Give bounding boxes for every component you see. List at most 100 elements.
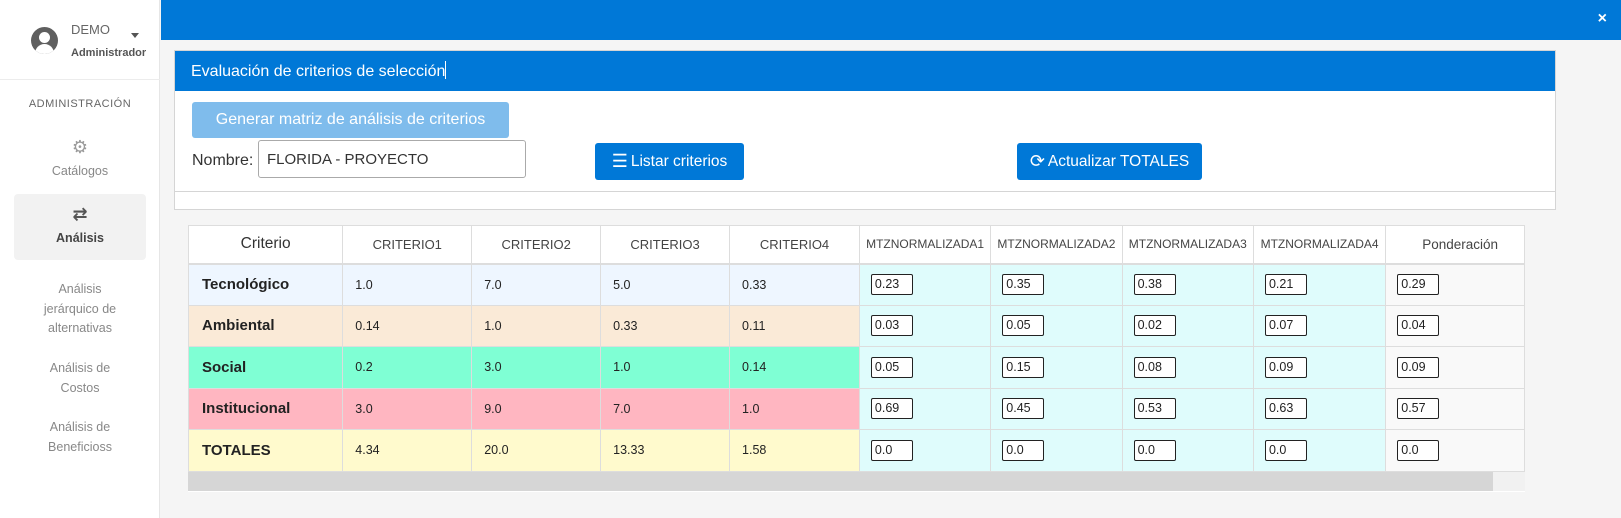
criteria-table-container[interactable]: Criterio CRITERIO1 CRITERIO2 CRITERIO3 C…: [188, 225, 1525, 492]
criterio-cell: 3.0: [471, 346, 602, 389]
sidebar-subitem-analisis-beneficios[interactable]: Análisis de Beneficioss: [14, 418, 146, 457]
table-row: Ambiental 0.14 1.0 0.33 0.11 0.03 0.05 0.02 0.07…: [188, 304, 1525, 347]
sidebar-item-label: Catálogos: [51, 164, 109, 178]
header-mtznormalizada2: MTZNORMALIZADA2: [990, 225, 1123, 265]
ponderacion-cell: 0.0: [1385, 429, 1525, 472]
normalizada-input[interactable]: 0.05: [1002, 315, 1045, 337]
list-criteria-button[interactable]: ☰ Listar criterios: [595, 143, 744, 180]
sidebar-item-catalogos[interactable]: ⚙ Catálogos: [14, 137, 146, 187]
normalizada-input[interactable]: 0.0: [1264, 439, 1307, 461]
criterio-cell: 0.11: [729, 304, 860, 347]
header-ponderacion: Ponderación: [1385, 225, 1525, 265]
criterio-cell: 20.0: [471, 429, 602, 472]
normalizada-input[interactable]: 0.09: [1264, 356, 1307, 378]
normalizada-cell: 0.0: [1252, 429, 1387, 472]
normalizada-cell: 0.09: [1252, 346, 1387, 389]
normalizada-cell: 0.15: [990, 346, 1123, 389]
ponderacion-input[interactable]: 0.09: [1397, 356, 1440, 378]
criterio-cell: 5.0: [600, 263, 731, 306]
sidebar-subitem-analisis-costos[interactable]: Análisis de Costos: [14, 359, 146, 398]
subitem-line: alternativas: [48, 321, 112, 335]
header-mtznormalizada4: MTZNORMALIZADA4: [1252, 225, 1387, 265]
normalizada-cell: 0.63: [1252, 387, 1387, 430]
normalizada-input[interactable]: 0.38: [1133, 274, 1176, 295]
normalizada-input[interactable]: 0.05: [870, 356, 913, 378]
scrollbar-track[interactable]: [1493, 472, 1525, 491]
normalizada-input[interactable]: 0.21: [1264, 274, 1307, 295]
criterio-cell: 0.33: [600, 304, 731, 347]
sidebar-subitem-analisis-jerarquico[interactable]: Análisis jerárquico de alternativas: [14, 280, 146, 339]
normalizada-cell: 0.05: [858, 346, 992, 389]
criterio-cell: 1.0: [729, 387, 860, 430]
name-label: Nombre:: [192, 152, 254, 169]
criterio-cell: 0.33: [729, 263, 860, 306]
generate-matrix-button[interactable]: Generar matriz de análisis de criterios: [192, 102, 509, 138]
user-menu-caret-icon[interactable]: [131, 33, 139, 38]
normalizada-input[interactable]: 0.0: [1133, 439, 1176, 461]
criterio-cell: 1.0: [471, 304, 602, 347]
ponderacion-input[interactable]: 0.29: [1397, 274, 1440, 295]
subitem-line: Análisis: [58, 282, 102, 296]
ponderacion-input[interactable]: 0.0: [1397, 439, 1440, 461]
normalizada-input[interactable]: 0.15: [1002, 356, 1045, 378]
header-mtznormalizada3: MTZNORMALIZADA3: [1121, 225, 1254, 265]
normalizada-input[interactable]: 0.0: [1002, 439, 1045, 461]
criterio-cell: 1.58: [729, 429, 860, 472]
close-icon[interactable]: ×: [1598, 10, 1607, 28]
name-input[interactable]: [258, 140, 526, 178]
criterio-cell: 7.0: [471, 263, 602, 306]
normalizada-input[interactable]: 0.45: [1002, 398, 1045, 420]
normalizada-input[interactable]: 0.35: [1002, 274, 1045, 295]
criterio-cell: 0.2: [342, 346, 473, 389]
list-criteria-label: Listar criterios: [630, 152, 728, 170]
normalizada-cell: 0.53: [1121, 387, 1254, 430]
user-role: Administrador: [71, 47, 147, 59]
header-criterio4: CRITERIO4: [729, 225, 860, 265]
panel-title: Evaluación de criterios de selección: [191, 63, 446, 80]
criterio-cell: 1.0: [600, 346, 731, 389]
normalizada-input[interactable]: 0.02: [1133, 315, 1176, 337]
criterio-cell: 0.14: [342, 304, 473, 347]
update-totals-button[interactable]: ⟳ Actualizar TOTALES: [1017, 143, 1202, 180]
criterio-cell: 13.33: [600, 429, 731, 472]
subitem-line: Análisis de: [49, 420, 111, 434]
table-row: Institucional 3.0 9.0 7.0 1.0 0.69 0.45 0.53 0.6…: [188, 387, 1525, 430]
user-panel[interactable]: DEMO Administrador: [0, 0, 160, 80]
normalizada-input[interactable]: 0.69: [870, 398, 913, 420]
normalizada-input[interactable]: 0.03: [870, 315, 913, 337]
top-bar: ×: [161, 0, 1621, 40]
header-criterio3: CRITERIO3: [600, 225, 731, 265]
normalizada-cell: 0.45: [990, 387, 1123, 430]
row-name-cell: Institucional: [188, 387, 344, 430]
normalizada-cell: 0.23: [858, 263, 992, 306]
sidebar: DEMO Administrador ADMINISTRACIÓN ⚙ Catá…: [0, 0, 160, 518]
normalizada-input[interactable]: 0.0: [870, 439, 913, 461]
header-criterio1: CRITERIO1: [342, 225, 473, 265]
subitem-line: Costos: [60, 380, 100, 395]
criterio-cell: 3.0: [342, 387, 473, 430]
ponderacion-input[interactable]: 0.04: [1397, 315, 1440, 337]
normalizada-input[interactable]: 0.07: [1264, 315, 1307, 337]
ponderacion-input[interactable]: 0.57: [1397, 398, 1440, 420]
criterio-cell: 0.14: [729, 346, 860, 389]
subitem-line: jerárquico de: [43, 301, 117, 316]
horizontal-scrollbar[interactable]: [188, 472, 1493, 491]
normalizada-input[interactable]: 0.08: [1133, 356, 1176, 378]
row-name-cell: TOTALES: [188, 429, 344, 472]
normalizada-input[interactable]: 0.23: [870, 274, 913, 295]
ponderacion-cell: 0.04: [1385, 304, 1525, 347]
normalizada-input[interactable]: 0.53: [1133, 398, 1176, 420]
section-title-administracion: ADMINISTRACIÓN: [28, 98, 132, 110]
table-row: TOTALES 4.34 20.0 13.33 1.58 0.0 0.0 0.0 0.0 0.0: [188, 429, 1525, 472]
header-criterio: Criterio: [188, 225, 344, 265]
criteria-table: Criterio CRITERIO1 CRITERIO2 CRITERIO3 C…: [188, 225, 1525, 472]
normalizada-cell: 0.08: [1121, 346, 1254, 389]
normalizada-cell: 0.07: [1252, 304, 1387, 347]
exchange-arrows-icon: ⇄: [72, 204, 88, 224]
sidebar-item-analisis[interactable]: ⇄ Análisis: [14, 194, 146, 260]
subitem-line: Beneficioss: [48, 439, 112, 454]
ponderacion-cell: 0.09: [1385, 346, 1525, 389]
panel-header: Evaluación de criterios de selección: [175, 51, 1555, 91]
sidebar-item-label: Análisis: [56, 231, 104, 245]
normalizada-input[interactable]: 0.63: [1264, 398, 1307, 420]
